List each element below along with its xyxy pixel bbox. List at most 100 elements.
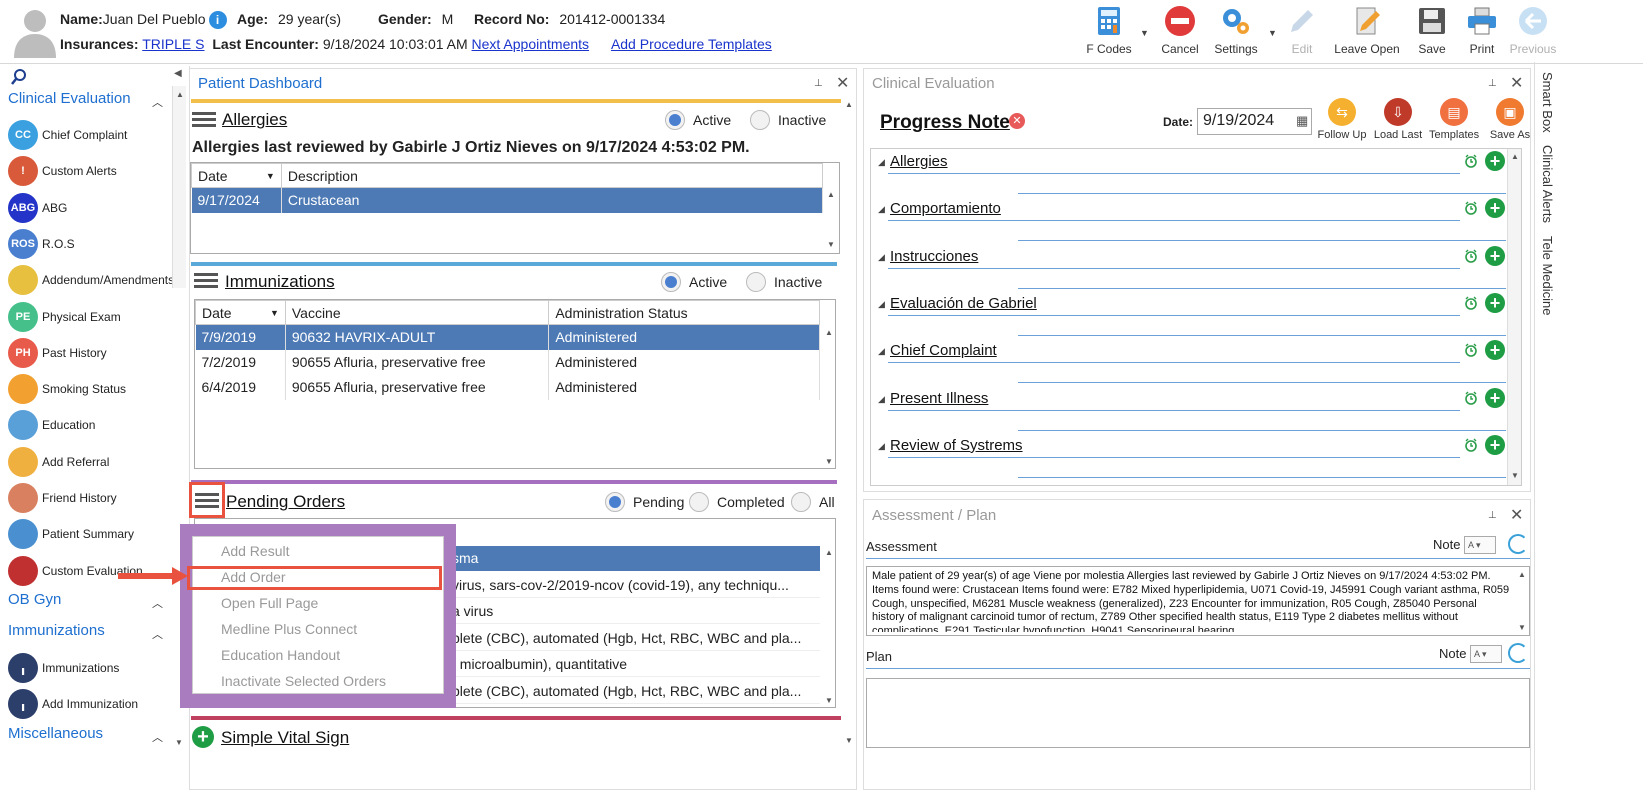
section-clinical-evaluation[interactable]: Clinical Evaluation <box>8 90 131 107</box>
sidebar-item-education[interactable]: Education <box>8 408 178 442</box>
scroll-up-icon[interactable]: ▲ <box>1515 568 1529 582</box>
allergies-active-radio[interactable]: Active <box>665 110 731 130</box>
settings-button[interactable]: Settings <box>1208 4 1264 60</box>
collapse-triangle-icon[interactable]: ◢ <box>878 441 885 452</box>
refresh-icon[interactable] <box>1508 534 1528 554</box>
plan-textarea[interactable] <box>866 678 1530 748</box>
add-vital-sign-icon[interactable]: + <box>192 726 214 748</box>
tab-tele-medicine[interactable]: Tele Medicine <box>1540 236 1555 316</box>
add-section-icon[interactable]: + <box>1485 151 1505 171</box>
insurance-link[interactable]: TRIPLE S <box>142 36 204 52</box>
context-menu-item-inactivate-selected-orders[interactable]: Inactivate Selected Orders <box>221 673 386 689</box>
assessment-textarea[interactable]: Male patient of 29 year(s) of age Viene … <box>866 566 1530 636</box>
column-header[interactable]: Date ▼ <box>191 163 282 188</box>
print-button[interactable]: Print <box>1460 4 1504 60</box>
chevron-up-icon[interactable]: ︿ <box>152 729 163 745</box>
scroll-down-icon[interactable]: ▼ <box>822 455 836 469</box>
save-button[interactable]: Save <box>1410 4 1454 60</box>
assessment-note-select[interactable]: A ▾ <box>1464 536 1496 554</box>
settings-dropdown-icon[interactable]: ▼ <box>1268 28 1277 38</box>
context-menu-item-education-handout[interactable]: Education Handout <box>221 647 340 663</box>
pin-icon[interactable]: ⊥ <box>1488 78 1497 89</box>
sidebar-item-add-immunization[interactable]: ╻ Add Immunization <box>8 687 178 721</box>
search-icon[interactable] <box>10 68 28 86</box>
add-section-icon[interactable]: + <box>1485 292 1505 313</box>
allergies-title[interactable]: Allergies <box>222 110 287 130</box>
collapse-triangle-icon[interactable]: ◢ <box>878 204 885 215</box>
chevron-up-icon[interactable]: ︿ <box>152 595 163 611</box>
immunizations-inactive-radio[interactable]: Inactive <box>746 272 822 292</box>
immunizations-menu-icon[interactable] <box>194 270 218 290</box>
add-section-icon[interactable]: + <box>1485 198 1505 219</box>
column-header[interactable]: Description <box>280 163 824 188</box>
sidebar-item-friend-history[interactable]: Friend History <box>8 481 178 515</box>
section-title[interactable]: Review of Systrems <box>890 437 1023 454</box>
scroll-down-icon[interactable]: ▼ <box>1515 621 1529 635</box>
column-header[interactable]: Administration Status <box>548 300 820 325</box>
close-icon[interactable]: ✕ <box>1510 73 1523 93</box>
context-menu-item-open-full-page[interactable]: Open Full Page <box>221 595 318 611</box>
leave-open-button[interactable]: Leave Open <box>1334 4 1400 60</box>
section-title[interactable]: Evaluación de Gabriel <box>890 295 1037 312</box>
column-header[interactable]: Date ▼ <box>195 300 286 325</box>
collapse-triangle-icon[interactable]: ◢ <box>878 157 885 168</box>
pin-icon[interactable]: ⊥ <box>814 78 823 89</box>
collapse-sidebar-icon[interactable]: ◀ <box>174 68 182 79</box>
previous-button[interactable]: Previous <box>1508 4 1558 60</box>
simple-vital-sign-title[interactable]: Simple Vital Sign <box>221 728 349 748</box>
sidebar-item-past-history[interactable]: PH Past History <box>8 336 178 370</box>
scroll-up-icon[interactable]: ▲ <box>822 546 836 560</box>
collapse-triangle-icon[interactable]: ◢ <box>878 252 885 263</box>
alarm-clock-icon[interactable] <box>1464 343 1478 357</box>
date-field[interactable]: 9/19/2024 <box>1197 108 1312 135</box>
add-section-icon[interactable]: + <box>1485 340 1505 361</box>
close-icon[interactable]: ✕ <box>1510 505 1523 525</box>
sort-icon[interactable]: ▼ <box>270 308 279 318</box>
remove-note-icon[interactable]: ✕ <box>1009 113 1025 129</box>
sidebar-item-add-referral[interactable]: Add Referral <box>8 445 178 479</box>
scroll-up-icon[interactable]: ▲ <box>173 88 187 102</box>
scroll-down-icon[interactable]: ▼ <box>824 238 838 252</box>
add-section-icon[interactable]: + <box>1485 434 1505 455</box>
info-icon[interactable]: i <box>208 11 227 30</box>
chevron-up-icon[interactable]: ︿ <box>152 94 163 110</box>
close-icon[interactable]: ✕ <box>836 73 849 93</box>
section-title[interactable]: Instrucciones <box>890 248 978 265</box>
table-row[interactable]: 9/17/2024 Crustacean <box>191 187 824 213</box>
collapse-triangle-icon[interactable]: ◢ <box>878 394 885 405</box>
refresh-icon[interactable] <box>1508 643 1528 663</box>
column-header[interactable]: Vaccine <box>284 300 550 325</box>
section-title[interactable]: Allergies <box>890 153 948 170</box>
section-miscellaneous[interactable]: Miscellaneous <box>8 725 103 742</box>
collapse-triangle-icon[interactable]: ◢ <box>878 346 885 357</box>
table-row[interactable]: 7/2/2019 90655 Afluria, preservative free… <box>195 349 820 375</box>
scroll-down-icon[interactable]: ▼ <box>842 734 856 748</box>
templates-button[interactable]: ▤ Templates <box>1429 98 1479 141</box>
add-section-icon[interactable]: + <box>1485 387 1505 408</box>
context-menu-item-add-result[interactable]: Add Result <box>221 543 289 559</box>
context-menu-item-medline-plus-connect[interactable]: Medline Plus Connect <box>221 621 357 637</box>
sidebar-item-patient-summary[interactable]: Patient Summary <box>8 517 178 551</box>
edit-button[interactable]: Edit <box>1280 4 1324 60</box>
sort-icon[interactable]: ▼ <box>266 171 275 181</box>
allergies-menu-icon[interactable] <box>192 109 216 129</box>
save-as-button[interactable]: ▣ Save As <box>1485 98 1535 141</box>
section-title[interactable]: Chief Complaint <box>890 342 997 359</box>
plan-note-select[interactable]: A ▾ <box>1470 645 1502 663</box>
follow-up-button[interactable]: ⇆ Follow Up <box>1317 98 1367 141</box>
alarm-clock-icon[interactable] <box>1464 296 1478 310</box>
cancel-button[interactable]: Cancel <box>1156 4 1204 60</box>
calendar-icon[interactable]: ▦ <box>1296 113 1308 129</box>
sidebar-scrollbar[interactable]: ▲ <box>172 86 186 288</box>
sidebar-item-r-o-s[interactable]: ROS R.O.S <box>8 227 178 261</box>
alarm-clock-icon[interactable] <box>1464 391 1478 405</box>
sidebar-item-abg[interactable]: ABG ABG <box>8 191 178 225</box>
fcodes-dropdown-icon[interactable]: ▼ <box>1140 28 1149 38</box>
table-row[interactable]: 7/9/2019 90632 HAVRIX-ADULT Administered <box>195 324 820 350</box>
all-radio[interactable]: All <box>791 492 835 512</box>
alarm-clock-icon[interactable] <box>1464 438 1478 452</box>
scroll-up-icon[interactable]: ▲ <box>824 188 838 202</box>
note-scrollbar[interactable]: ▲ ▼ <box>1507 149 1521 485</box>
sidebar-item-chief-complaint[interactable]: CC Chief Complaint <box>8 118 178 152</box>
chevron-up-icon[interactable]: ︿ <box>152 626 163 642</box>
